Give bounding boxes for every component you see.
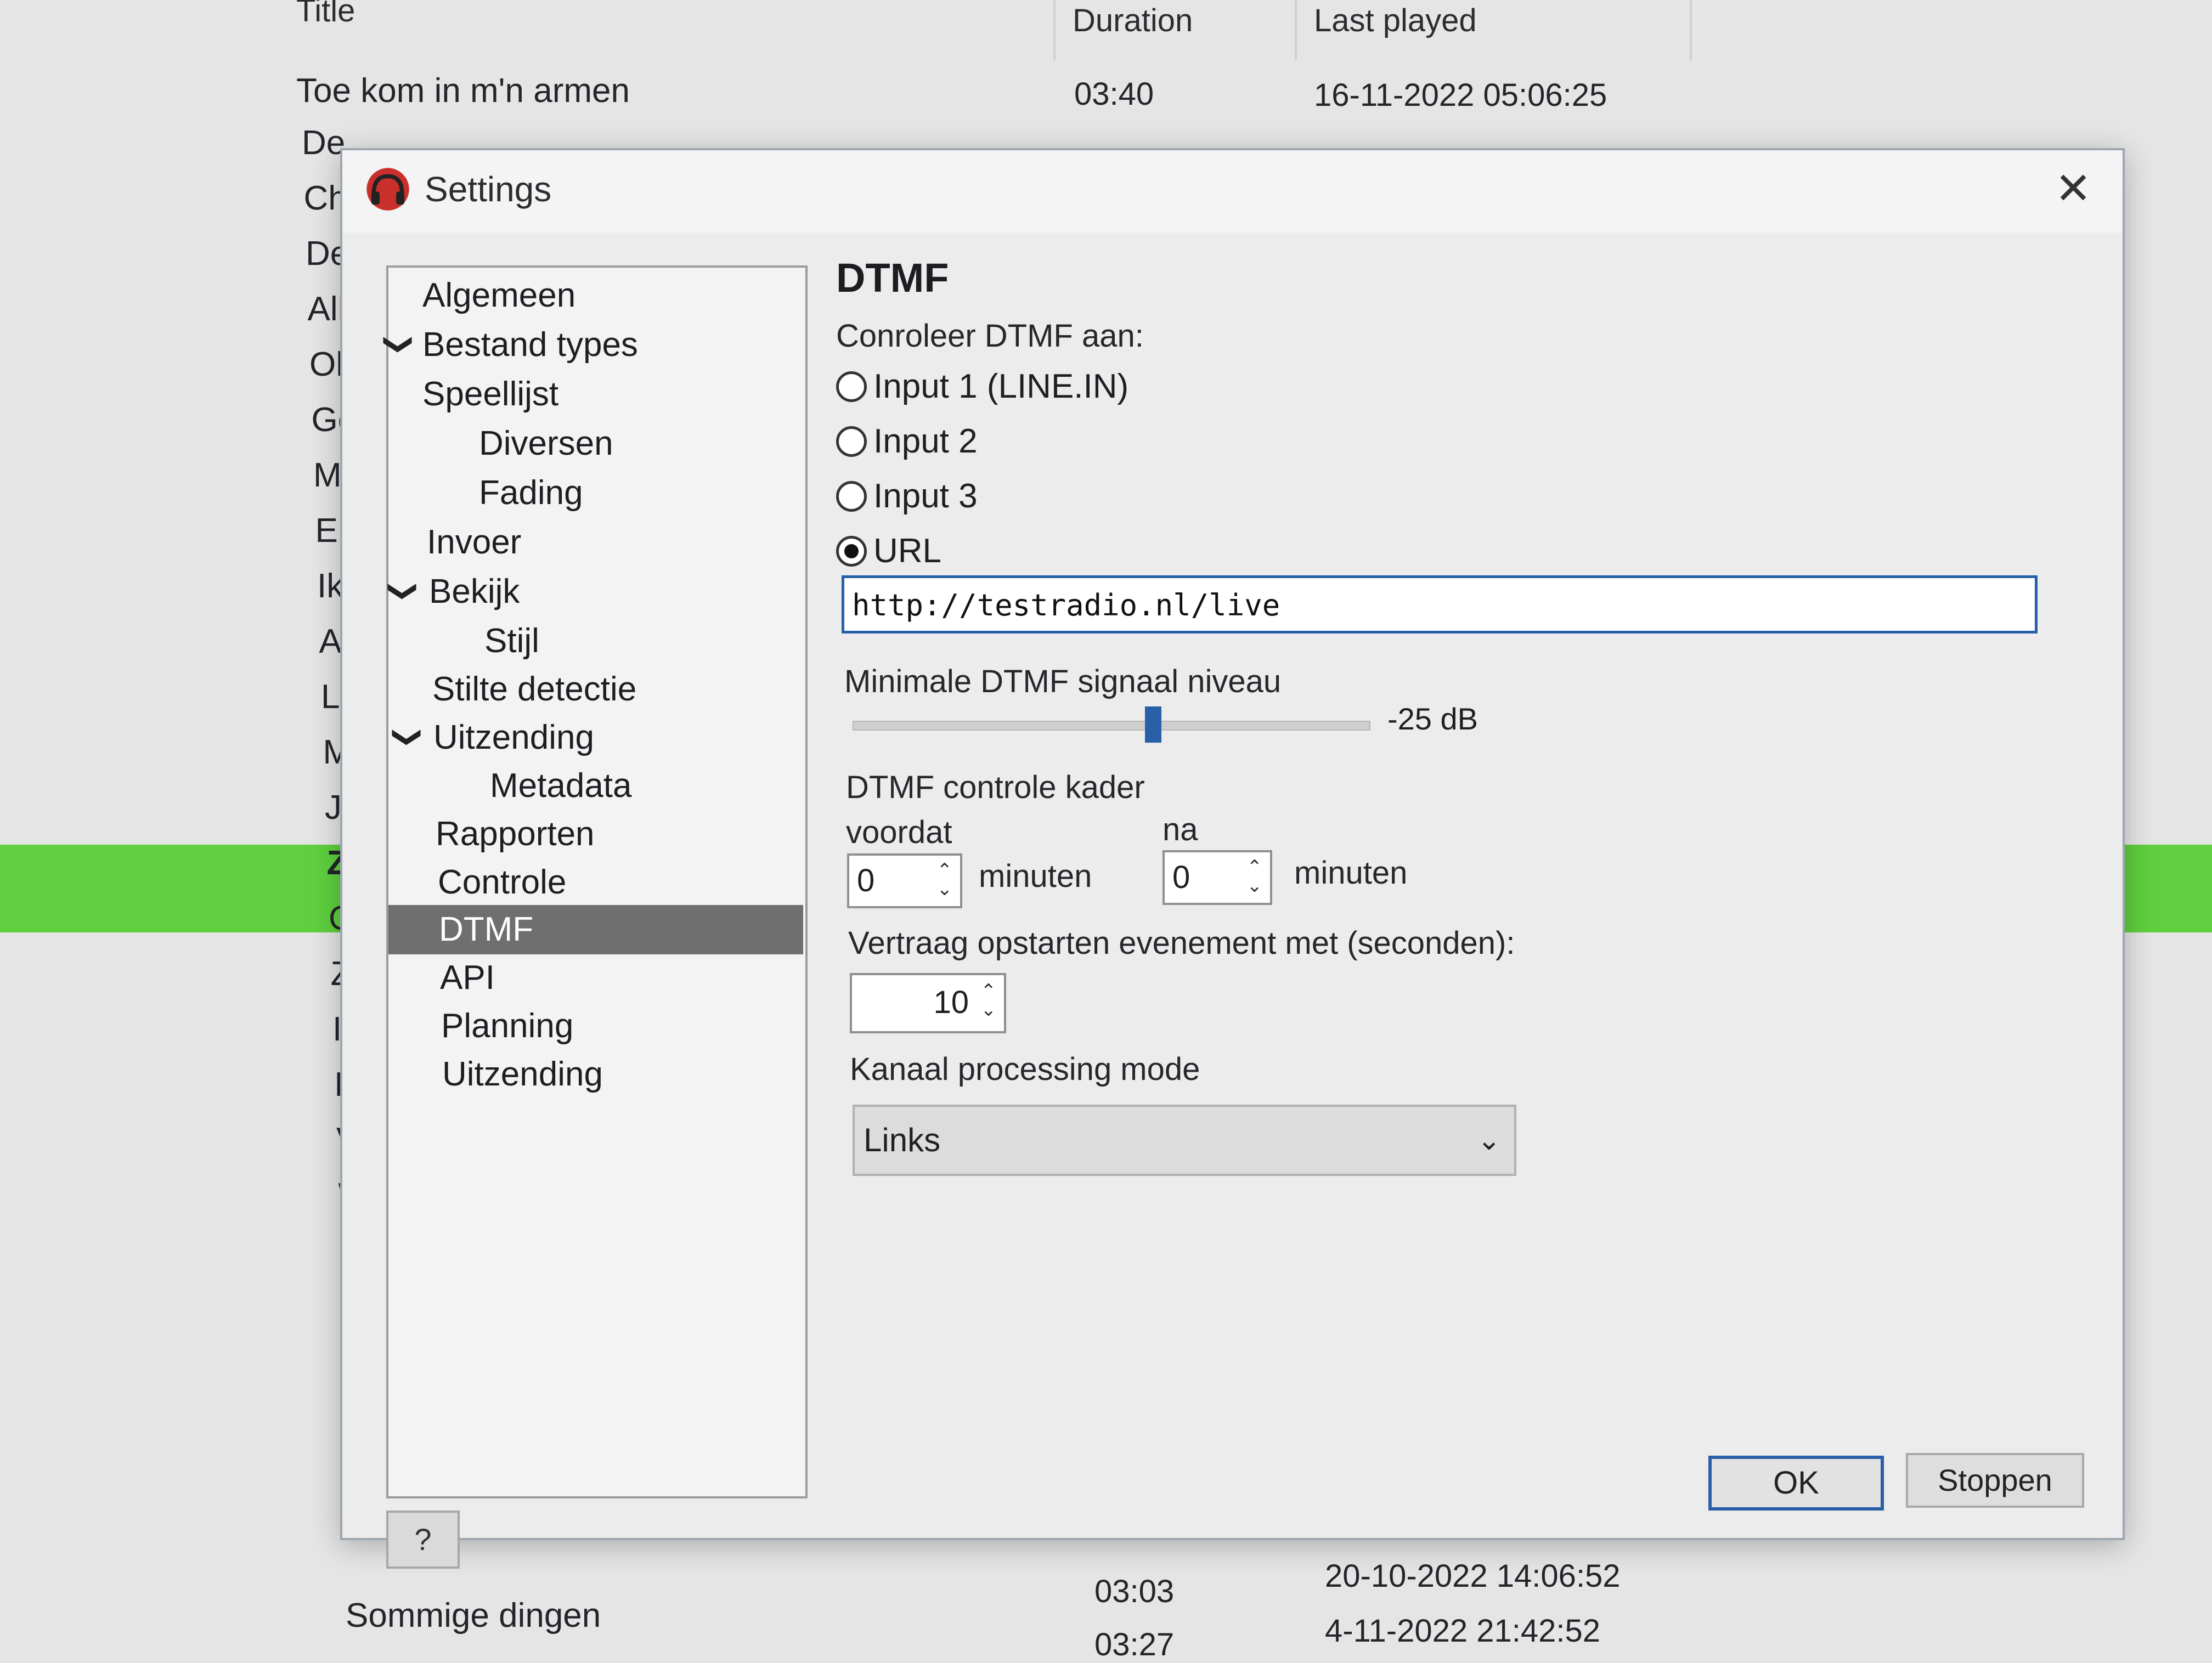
playlist-row-last-played: 16-11-2022 05:06:25 xyxy=(1314,77,1607,113)
dropdown-selected-value: Links xyxy=(864,1122,941,1158)
nav-item-label: DTMF xyxy=(439,910,534,948)
stop-button[interactable]: Stoppen xyxy=(1906,1453,2084,1508)
column-header-last-played[interactable]: Last played xyxy=(1314,2,1477,39)
radio-button[interactable] xyxy=(836,426,867,457)
stepper-arrows-icon[interactable]: ⌃ ⌄ xyxy=(937,861,953,898)
nav-item-api[interactable]: API xyxy=(440,954,495,1002)
nav-item-controle[interactable]: Controle xyxy=(438,859,566,906)
close-button[interactable]: ✕ xyxy=(2046,161,2101,216)
before-label: voordat xyxy=(846,814,952,850)
radio-label: Input 1 (LINE.IN) xyxy=(873,367,1129,405)
radio-label: URL xyxy=(873,532,942,570)
stepper-arrows-icon[interactable]: ⌃ ⌄ xyxy=(981,982,997,1019)
nav-item-dtmf-selected[interactable]: DTMF xyxy=(388,905,803,954)
radio-input-1[interactable]: Input 1 (LINE.IN) xyxy=(836,367,1128,406)
control-frame-label: DTMF controle kader xyxy=(846,770,1145,805)
help-button-label: ? xyxy=(414,1522,432,1557)
nav-item-fading[interactable]: Fading xyxy=(479,470,583,517)
radio-button[interactable] xyxy=(836,371,867,402)
settings-nav-tree: Algemeen Bestand types ❯ Speellijst Dive… xyxy=(383,265,808,1498)
help-button[interactable]: ? xyxy=(386,1511,460,1569)
playlist-row-duration: 03:03 xyxy=(1094,1574,1175,1609)
start-delay-stepper[interactable]: 10 ⌃ ⌄ xyxy=(850,973,1006,1033)
radio-button[interactable] xyxy=(836,480,867,512)
playlist-row-last-played: 20-10-2022 14:06:52 xyxy=(1325,1558,1621,1594)
radio-button-selected[interactable] xyxy=(836,535,867,567)
column-header-duration[interactable]: Duration xyxy=(1073,2,1193,39)
nav-item-bestand-types[interactable]: Bestand types xyxy=(422,321,638,369)
column-separator xyxy=(1053,0,1056,60)
nav-item-stijl[interactable]: Stijl xyxy=(484,618,539,665)
dialog-title: Settings xyxy=(425,169,552,209)
processing-mode-dropdown[interactable]: Links ⌄ xyxy=(853,1105,1516,1176)
dialog-titlebar[interactable]: Settings ✕ xyxy=(342,150,2123,233)
app-headphones-icon xyxy=(366,168,409,211)
radio-input-2[interactable]: Input 2 xyxy=(836,422,978,461)
stop-button-label: Stoppen xyxy=(1938,1463,2052,1497)
expand-chevron-icon[interactable]: ❯ xyxy=(383,332,416,357)
radio-input-3[interactable]: Input 3 xyxy=(836,477,978,516)
playlist-row-title[interactable]: Toe kom in m'n armen xyxy=(296,71,630,110)
stepper-arrows-icon[interactable]: ⌃ ⌄ xyxy=(1247,858,1263,895)
nav-item-bekijk[interactable]: Bekijk xyxy=(429,568,520,615)
check-source-label: Conroleer DTMF aan: xyxy=(836,318,1144,354)
radio-url[interactable]: URL xyxy=(836,531,941,570)
nav-item-diversen[interactable]: Diversen xyxy=(479,420,613,467)
nav-item-invoer[interactable]: Invoer xyxy=(427,519,521,566)
expand-chevron-icon[interactable]: ❯ xyxy=(387,579,420,603)
column-separator xyxy=(1690,0,1692,60)
playlist-row-last-played: 4-11-2022 21:42:52 xyxy=(1325,1613,1601,1649)
radio-label: Input 2 xyxy=(873,422,978,460)
start-delay-label: Vertraag opstarten evenement met (second… xyxy=(848,925,1515,961)
nav-item-uitzending[interactable]: Uitzending xyxy=(433,714,594,761)
playlist-row-duration: 03:27 xyxy=(1094,1627,1175,1662)
minutes-label: minuten xyxy=(979,858,1092,894)
processing-mode-label: Kanaal processing mode xyxy=(850,1051,1200,1087)
before-minutes-stepper[interactable]: 0 ⌃ ⌄ xyxy=(847,853,962,908)
url-input[interactable]: http://testradio.nl/live xyxy=(842,575,2038,633)
page-title: DTMF xyxy=(836,255,949,301)
minutes-label: minuten xyxy=(1294,855,1408,891)
stepper-value: 0 xyxy=(1172,859,1190,895)
nav-item-uitzending-2[interactable]: Uitzending xyxy=(442,1051,603,1098)
column-separator xyxy=(1295,0,1297,60)
signal-level-label: Minimale DTMF signaal niveau xyxy=(844,664,1282,699)
column-header-title[interactable]: Title xyxy=(296,0,355,29)
signal-level-slider[interactable] xyxy=(853,721,1370,731)
expand-chevron-icon[interactable]: ❯ xyxy=(392,725,425,749)
ok-button-label: OK xyxy=(1773,1465,1819,1501)
playlist-row-title-fragment[interactable]: De xyxy=(302,123,345,162)
signal-level-value: -25 dB xyxy=(1387,702,1478,736)
chevron-down-icon[interactable]: ⌄ xyxy=(1477,1107,1501,1174)
settings-dialog: Settings ✕ Algemeen Bestand types ❯ Spee… xyxy=(340,148,2125,1569)
stepper-value: 10 xyxy=(933,985,969,1020)
radio-label: Input 3 xyxy=(873,477,978,515)
ok-button[interactable]: OK xyxy=(1708,1456,1884,1511)
nav-item-metadata[interactable]: Metadata xyxy=(490,762,632,810)
stepper-value: 0 xyxy=(857,863,875,898)
nav-item-stilte-detectie[interactable]: Stilte detectie xyxy=(432,666,636,713)
nav-item-speellijst[interactable]: Speellijst xyxy=(422,371,558,418)
playlist-row-title[interactable]: Sommige dingen xyxy=(346,1596,601,1635)
nav-item-rapporten[interactable]: Rapporten xyxy=(436,811,595,858)
after-label: na xyxy=(1163,812,1198,847)
nav-item-planning[interactable]: Planning xyxy=(441,1003,573,1050)
close-icon: ✕ xyxy=(2055,164,2092,213)
playlist-row-duration: 03:40 xyxy=(1074,76,1154,112)
nav-item-algemeen[interactable]: Algemeen xyxy=(422,272,575,319)
slider-thumb[interactable] xyxy=(1144,706,1161,743)
playlist-row-title-fragment[interactable]: Ik xyxy=(317,567,343,606)
after-minutes-stepper[interactable]: 0 ⌃ ⌄ xyxy=(1163,850,1272,905)
